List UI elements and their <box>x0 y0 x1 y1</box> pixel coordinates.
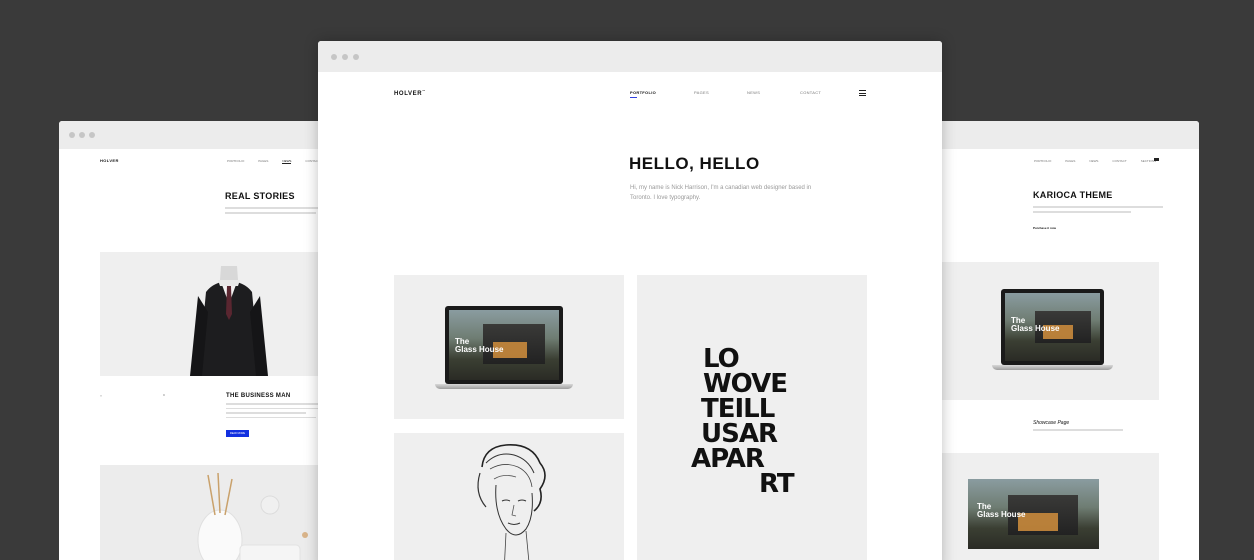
window-dot[interactable] <box>353 54 359 60</box>
nav-item-pages[interactable]: PAGES <box>258 159 268 164</box>
nav-item-contact[interactable]: CONTACT <box>1112 159 1126 163</box>
site-logo[interactable]: HOLVER <box>100 158 119 163</box>
purchase-link[interactable]: Purchase it now <box>1033 226 1056 230</box>
showcase-title: Showcase Page <box>1033 420 1070 426</box>
nav-item-portfolio[interactable]: PORTFOLIO <box>1034 159 1051 163</box>
banner-image: The Glass House <box>968 479 1099 549</box>
showcase-text <box>1033 429 1123 431</box>
typography-poster: LO WOVE TEILL USAR APAR RT <box>691 346 795 499</box>
laptop-screen-title: The Glass House <box>455 337 504 354</box>
portfolio-item-illustration[interactable] <box>394 433 624 560</box>
intro-paragraph: Hi, my name is Nick Harrison, I'm a cana… <box>630 185 812 201</box>
browser-chrome <box>318 41 942 72</box>
portfolio-item-typography-poster[interactable]: LO WOVE TEILL USAR APAR RT <box>637 275 867 560</box>
poster-line: RT <box>759 469 795 499</box>
active-nav-indicator <box>630 97 637 98</box>
main-browser-window: HOLVER™ PORTFOLIO PAGES NEWS CONTACT HEL… <box>318 41 942 560</box>
portfolio-item-glass-house[interactable]: The Glass House <box>394 275 624 419</box>
portrait-sketch <box>477 444 546 560</box>
window-dot[interactable] <box>342 54 348 60</box>
banner-title: The Glass House <box>977 502 1026 519</box>
portfolio-thumbnail-laptop[interactable]: The Glass House <box>936 262 1159 400</box>
laptop-screen-title: The Glass House <box>1011 316 1060 333</box>
nav-item-news[interactable]: NEWS <box>747 90 760 95</box>
window-dot[interactable] <box>89 132 95 138</box>
window-dot[interactable] <box>331 54 337 60</box>
site-logo[interactable]: HOLVER™ <box>394 89 426 97</box>
cart-icon[interactable] <box>1154 158 1159 161</box>
nav-item-news[interactable]: NEWS <box>282 159 292 164</box>
page-headline: HELLO, HELLO <box>629 154 760 173</box>
laptop-mockup: The Glass House <box>992 289 1113 370</box>
nav-item-portfolio[interactable]: PORTFOLIO <box>630 90 656 95</box>
portfolio-thumbnail-banner[interactable]: The Glass House <box>936 453 1159 560</box>
page-title: REAL STORIES <box>225 191 295 201</box>
page-title: KARIOCA THEME <box>1033 190 1113 200</box>
card-title: THE BUSINESS MAN <box>226 393 291 399</box>
nav-item-pages[interactable]: PAGES <box>694 90 709 95</box>
intro-text <box>1033 206 1163 216</box>
read-more-button[interactable]: READ MORE <box>226 430 249 437</box>
hamburger-menu-icon[interactable] <box>859 90 866 98</box>
site-nav: PORTFOLIO PAGES NEWS CONTACT <box>227 159 320 164</box>
meta-label: D <box>163 393 166 397</box>
nav-item-news[interactable]: NEWS <box>1089 159 1098 163</box>
laptop-mockup: The Glass House <box>435 306 573 389</box>
left-browser-window: HOLVER PORTFOLIO PAGES NEWS CONTACT REAL… <box>59 121 359 560</box>
browser-chrome <box>59 121 359 149</box>
nav-item-pages[interactable]: PAGES <box>1065 159 1075 163</box>
nav-item-contact[interactable]: CONTACT <box>800 90 821 95</box>
logo-mark: ™ <box>422 89 426 93</box>
window-dot[interactable] <box>69 132 75 138</box>
window-dot[interactable] <box>79 132 85 138</box>
meta-label: Y <box>100 394 103 398</box>
site-nav: PORTFOLIO PAGES NEWS CONTACT SECTIONS <box>1034 159 1156 163</box>
nav-item-portfolio[interactable]: PORTFOLIO <box>227 159 244 164</box>
card-text <box>226 403 326 421</box>
logo-text: HOLVER <box>394 91 423 97</box>
